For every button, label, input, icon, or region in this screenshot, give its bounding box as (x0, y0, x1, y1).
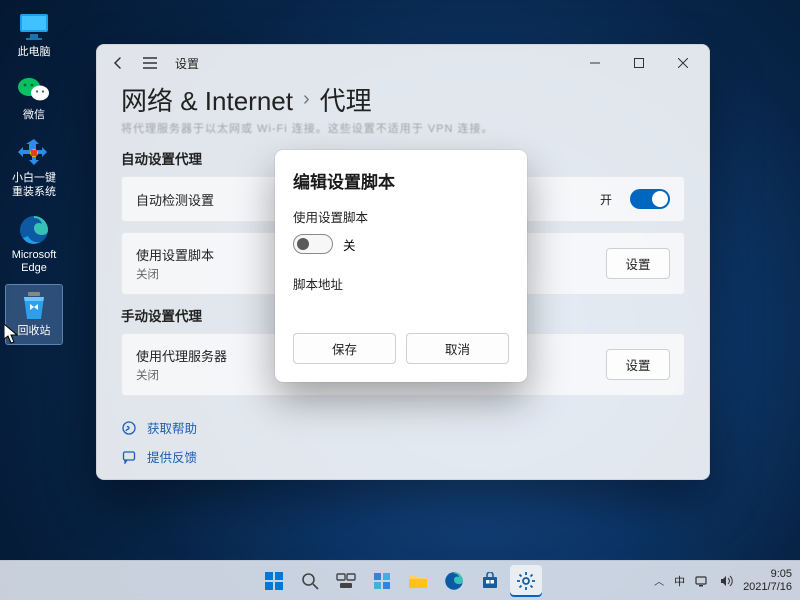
dialog-use-script-toggle[interactable] (293, 234, 333, 254)
chevron-right-icon: › (303, 88, 310, 111)
window-title: 设置 (175, 55, 199, 72)
dialog-address-label: 脚本地址 (293, 274, 509, 293)
file-explorer-button[interactable] (402, 565, 434, 597)
use-proxy-settings-button[interactable]: 设置 (606, 349, 670, 380)
nav-menu-button[interactable] (143, 57, 157, 69)
clock[interactable]: 9:05 2021/7/16 (743, 568, 792, 593)
minimize-button[interactable] (573, 45, 617, 81)
help-icon (121, 420, 137, 436)
breadcrumb-current: 代理 (320, 81, 372, 118)
page-subtitle: 将代理服务器于以太网或 Wi-Fi 连接。这些设置不适用于 VPN 连接。 (121, 120, 685, 134)
desktop-icon-label: 小白一键重装系统 (12, 172, 56, 197)
edge-taskbar-button[interactable] (438, 565, 470, 597)
xiaobai-icon (17, 136, 51, 170)
clock-time: 9:05 (743, 568, 792, 581)
desktop-icon-label: 回收站 (18, 325, 51, 337)
breadcrumb-parent[interactable]: 网络 & Internet (121, 81, 293, 118)
get-help-label: 获取帮助 (147, 418, 197, 437)
dialog-save-button[interactable]: 保存 (293, 333, 396, 364)
start-button[interactable] (258, 565, 290, 597)
feedback-icon (121, 449, 137, 465)
titlebar: 设置 (97, 45, 709, 81)
recycle-bin-icon (17, 289, 51, 323)
desktop-icon-xiaobai[interactable]: 小白一键重装系统 (6, 132, 62, 204)
get-help-link[interactable]: 获取帮助 (121, 418, 685, 437)
feedback-link[interactable]: 提供反馈 (121, 447, 685, 466)
settings-taskbar-button[interactable] (510, 565, 542, 597)
desktop-icon-label: 微信 (23, 109, 45, 121)
close-button[interactable] (661, 45, 705, 81)
tray-overflow-button[interactable]: ︿ (654, 573, 664, 588)
ime-indicator[interactable]: 中 (674, 573, 685, 589)
widgets-button[interactable] (366, 565, 398, 597)
store-button[interactable] (474, 565, 506, 597)
task-view-button[interactable] (330, 565, 362, 597)
desktop-icon-edge[interactable]: Microsoft Edge (6, 209, 62, 281)
desktop-icon-label: 此电脑 (18, 46, 51, 58)
monitor-icon (17, 10, 51, 44)
taskbar: ︿ 中 9:05 2021/7/16 (0, 560, 800, 600)
use-script-settings-button[interactable]: 设置 (606, 248, 670, 279)
search-button[interactable] (294, 565, 326, 597)
network-icon[interactable] (695, 574, 709, 588)
back-button[interactable] (111, 56, 125, 70)
dialog-cancel-button[interactable]: 取消 (406, 333, 509, 364)
feedback-label: 提供反馈 (147, 447, 197, 466)
breadcrumb: 网络 & Internet › 代理 (121, 81, 685, 118)
desktop-icons: 此电脑 微信 小白一键重装系统 Microsoft Edge 回收站 (6, 6, 70, 348)
edit-script-dialog: 编辑设置脚本 使用设置脚本 关 脚本地址 保存 取消 (275, 150, 527, 382)
maximize-button[interactable] (617, 45, 661, 81)
taskbar-center (258, 565, 542, 597)
volume-icon[interactable] (719, 574, 733, 588)
auto-detect-toggle[interactable] (630, 189, 670, 209)
dialog-off-label: 关 (343, 235, 356, 254)
help-links: 获取帮助 提供反馈 (121, 418, 685, 466)
edge-icon (17, 213, 51, 247)
dialog-use-script-label: 使用设置脚本 (293, 207, 509, 226)
wechat-icon (17, 73, 51, 107)
dialog-title: 编辑设置脚本 (293, 168, 509, 193)
system-tray: ︿ 中 9:05 2021/7/16 (654, 568, 792, 593)
desktop-icon-label: Microsoft Edge (12, 249, 57, 274)
clock-date: 2021/7/16 (743, 581, 792, 594)
desktop-icon-wechat[interactable]: 微信 (6, 69, 62, 128)
toggle-on-label: 开 (600, 191, 612, 208)
desktop-icon-this-pc[interactable]: 此电脑 (6, 6, 62, 65)
mouse-cursor (4, 324, 18, 344)
